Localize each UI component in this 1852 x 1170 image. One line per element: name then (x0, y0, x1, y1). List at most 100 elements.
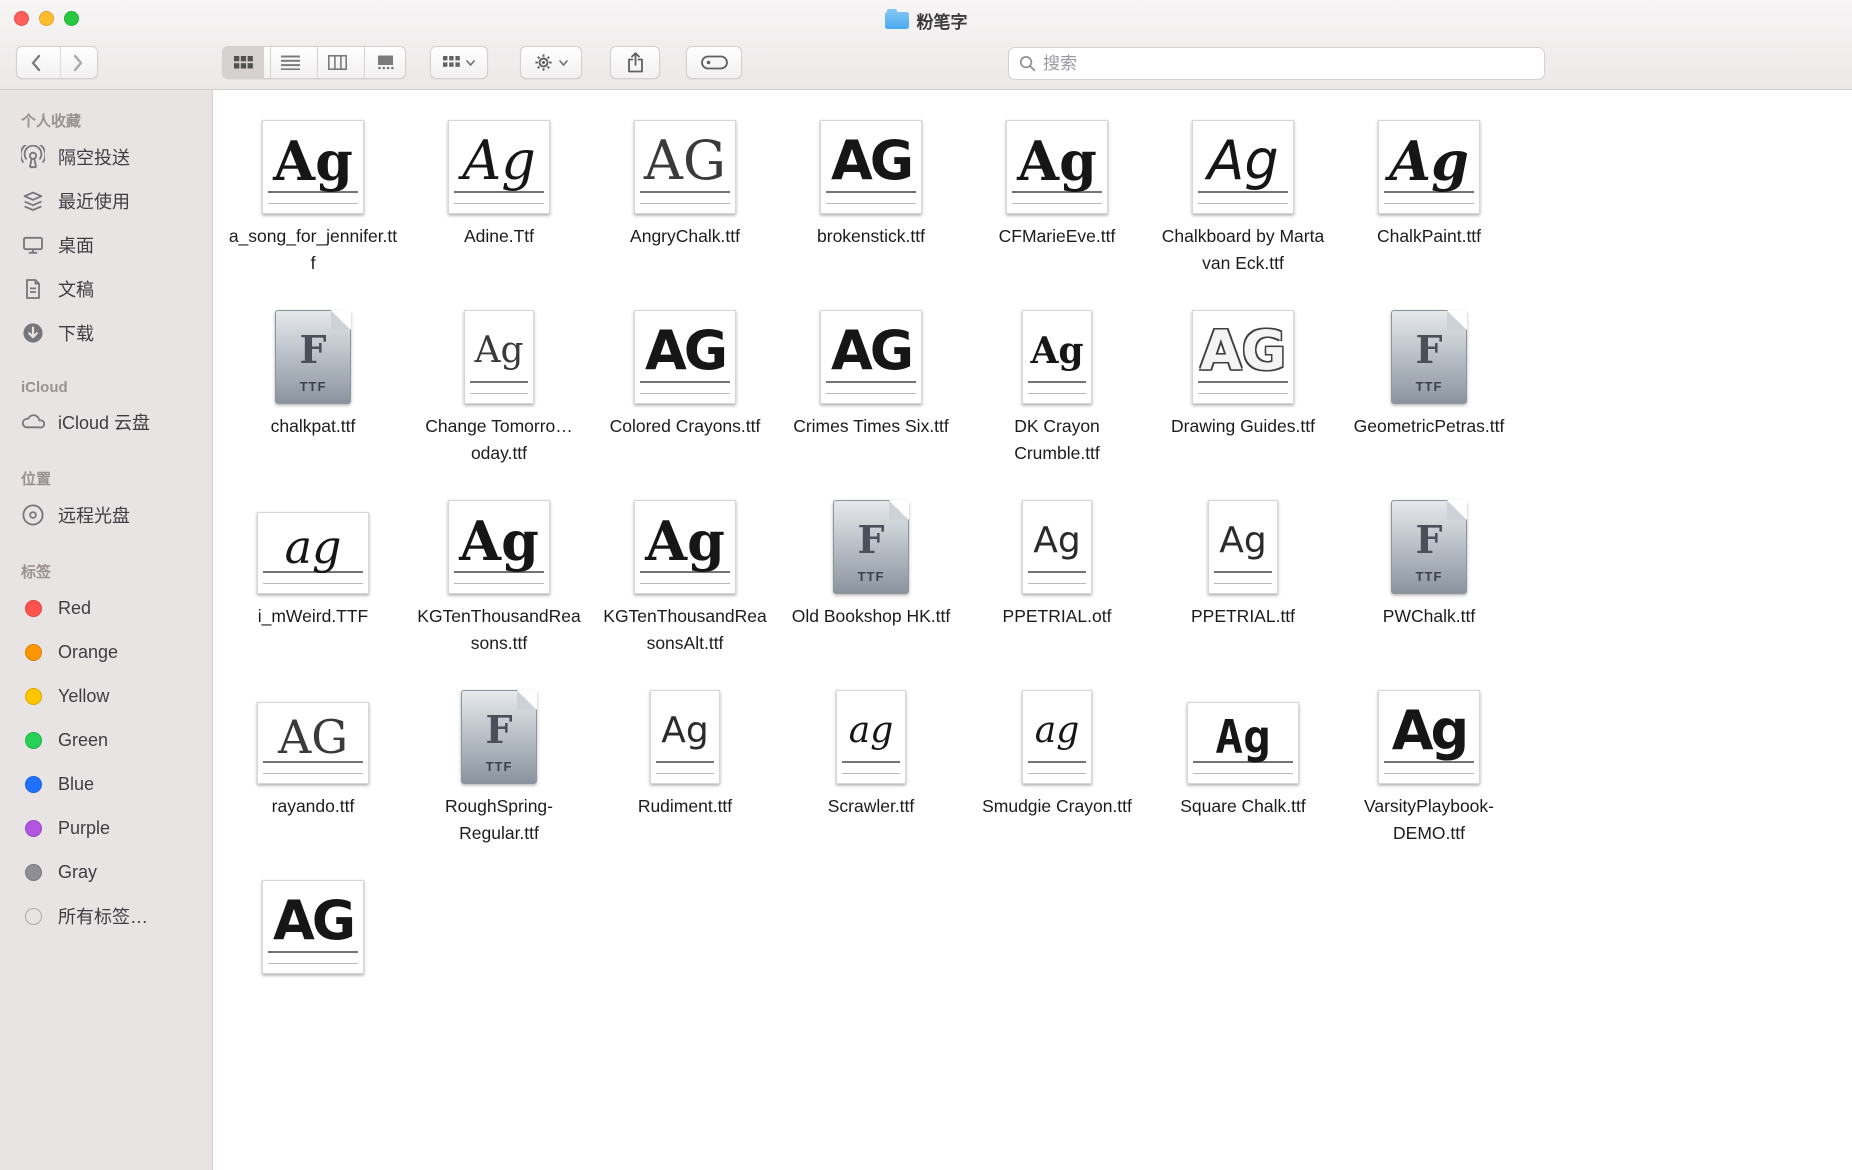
thumb-area: Ag (1022, 490, 1092, 594)
sidebar-item-icloud-drive[interactable]: iCloud 云盘 (0, 400, 212, 444)
sidebar-item-tag-blue[interactable]: Blue (0, 762, 212, 806)
file-name: DK Crayon Crumble.ttf (972, 413, 1142, 467)
file-item[interactable]: AgChalkPaint.ttf (1336, 110, 1522, 300)
view-list-button[interactable] (270, 47, 311, 78)
thumb-area: Ag (262, 110, 364, 214)
file-item[interactable]: AgPPETRIAL.otf (964, 490, 1150, 680)
file-item[interactable]: AgCFMarieEve.ttf (964, 110, 1150, 300)
file-item[interactable]: agSmudgie Crayon.ttf (964, 680, 1150, 870)
sidebar-item-tag-orange[interactable]: Orange (0, 630, 212, 674)
sidebar-item-downloads[interactable]: 下载 (0, 311, 212, 355)
edit-tags-button[interactable] (686, 46, 742, 79)
column-view-icon (328, 55, 347, 70)
file-item[interactable]: AGrayando.ttf (220, 680, 406, 870)
file-item[interactable]: AgRudiment.ttf (592, 680, 778, 870)
view-columns-button[interactable] (317, 47, 358, 78)
thumb-area: AG (634, 300, 736, 404)
file-item[interactable]: Ag Chalkboard by Marta van Eck.ttf (1150, 110, 1336, 300)
view-icons-button[interactable] (223, 47, 264, 78)
file-item[interactable]: AgKGTenThousandReasonsAlt.ttf (592, 490, 778, 680)
sidebar-item-recents[interactable]: 最近使用 (0, 179, 212, 223)
file-item[interactable]: AG (220, 870, 406, 1060)
sidebar-item-label: Orange (58, 642, 118, 663)
file-item[interactable]: AgChange Tomorro…oday.ttf (406, 300, 592, 490)
blue-tag-dot (25, 776, 42, 793)
file-item[interactable]: FTTFRoughSpring-Regular.ttf (406, 680, 592, 870)
file-item[interactable]: AGDrawing Guides.ttf (1150, 300, 1336, 490)
file-item[interactable]: AGCrimes Times Six.ttf (778, 300, 964, 490)
file-item[interactable]: AGbrokenstick.ttf (778, 110, 964, 300)
share-icon (627, 52, 644, 73)
sidebar-item-tag-red[interactable]: Red (0, 586, 212, 630)
window-chrome: 粉笔字 (0, 0, 1852, 90)
file-item[interactable]: AGColored Crayons.ttf (592, 300, 778, 490)
sidebar-item-label: 最近使用 (58, 188, 130, 214)
file-name: KGTenThousandReasonsAlt.ttf (600, 603, 770, 657)
font-preview: ag (836, 690, 906, 784)
font-preview: Ag (262, 120, 364, 214)
file-item[interactable]: AgVarsityPlaybook-DEMO.ttf (1336, 680, 1522, 870)
back-button[interactable] (17, 47, 54, 78)
font-preview: Ag (1378, 120, 1480, 214)
file-name: RoughSpring-Regular.ttf (414, 793, 584, 847)
green-tag-dot (25, 732, 42, 749)
thumb-area: Ag (1208, 490, 1278, 594)
font-preview: AG (634, 120, 736, 214)
documents-icon (20, 276, 46, 302)
sidebar-item-remote-disc[interactable]: 远程光盘 (0, 493, 212, 537)
view-gallery-button[interactable] (364, 47, 405, 78)
sidebar-section-title: 标签 (21, 561, 212, 582)
file-item[interactable]: agi_mWeird.TTF (220, 490, 406, 680)
font-preview: Ag (448, 500, 550, 594)
sidebar-item-label: 桌面 (58, 232, 94, 258)
airdrop-icon (20, 144, 46, 170)
ttf-file-icon: FTTF (1391, 310, 1467, 404)
sidebar-item-tag-purple[interactable]: Purple (0, 806, 212, 850)
file-item[interactable]: AgAdine.Ttf (406, 110, 592, 300)
file-name: rayando.ttf (272, 793, 355, 820)
action-menu-button[interactable] (520, 46, 582, 79)
thumb-area: Ag (1378, 110, 1480, 214)
font-preview: Ag (1006, 120, 1108, 214)
file-item[interactable]: Aga_song_for_jennifer.ttf (220, 110, 406, 300)
file-name: Old Bookshop HK.ttf (792, 603, 951, 630)
sidebar-item-airdrop[interactable]: 隔空投送 (0, 135, 212, 179)
sidebar-item-tag-green[interactable]: Green (0, 718, 212, 762)
font-preview: Ag (1208, 500, 1278, 594)
sidebar-section-title: iCloud (21, 379, 212, 396)
file-name: Adine.Ttf (464, 223, 534, 250)
sidebar-item-documents[interactable]: 文稿 (0, 267, 212, 311)
file-item[interactable]: AgPPETRIAL.ttf (1150, 490, 1336, 680)
thumb-area: Ag (448, 490, 550, 594)
sidebar-item-desktop[interactable]: 桌面 (0, 223, 212, 267)
desktop-icon (20, 232, 46, 258)
file-item[interactable]: AGAngryChalk.ttf (592, 110, 778, 300)
sidebar-item-tag-gray[interactable]: Gray (0, 850, 212, 894)
sidebar-item-label: iCloud 云盘 (58, 409, 150, 435)
file-item[interactable]: FTTFPWChalk.ttf (1336, 490, 1522, 680)
tag-color-icon (20, 683, 46, 709)
ttf-icon-label: TTF (1392, 379, 1466, 394)
file-item[interactable]: agScrawler.ttf (778, 680, 964, 870)
sidebar: 个人收藏 隔空投送 最近使用 桌面 文稿 下载 iCloud iCloud (0, 90, 213, 1170)
recents-icon (20, 188, 46, 214)
file-item[interactable]: AgDK Crayon Crumble.ttf (964, 300, 1150, 490)
thumb-area: Ag (1192, 110, 1294, 214)
file-item[interactable]: AgKGTenThousandReasons.ttf (406, 490, 592, 680)
sidebar-item-all-tags[interactable]: 所有标签… (0, 894, 212, 938)
search-input[interactable] (1043, 54, 1534, 74)
search-field[interactable] (1008, 47, 1545, 80)
file-item[interactable]: FTTFGeometricPetras.ttf (1336, 300, 1522, 490)
share-button[interactable] (610, 46, 660, 79)
sidebar-item-tag-yellow[interactable]: Yellow (0, 674, 212, 718)
title-bar: 粉笔字 (0, 8, 1852, 32)
sidebar-item-label: Red (58, 598, 91, 619)
file-item[interactable]: FTTFOld Bookshop HK.ttf (778, 490, 964, 680)
cloud-icon (20, 409, 46, 435)
file-item[interactable]: FTTFchalkpat.ttf (220, 300, 406, 490)
font-preview: AG (262, 880, 364, 974)
group-by-button[interactable] (430, 46, 488, 79)
file-name: Chalkboard by Marta van Eck.ttf (1158, 223, 1328, 277)
file-item[interactable]: AgSquare Chalk.ttf (1150, 680, 1336, 870)
forward-button[interactable] (60, 47, 97, 78)
